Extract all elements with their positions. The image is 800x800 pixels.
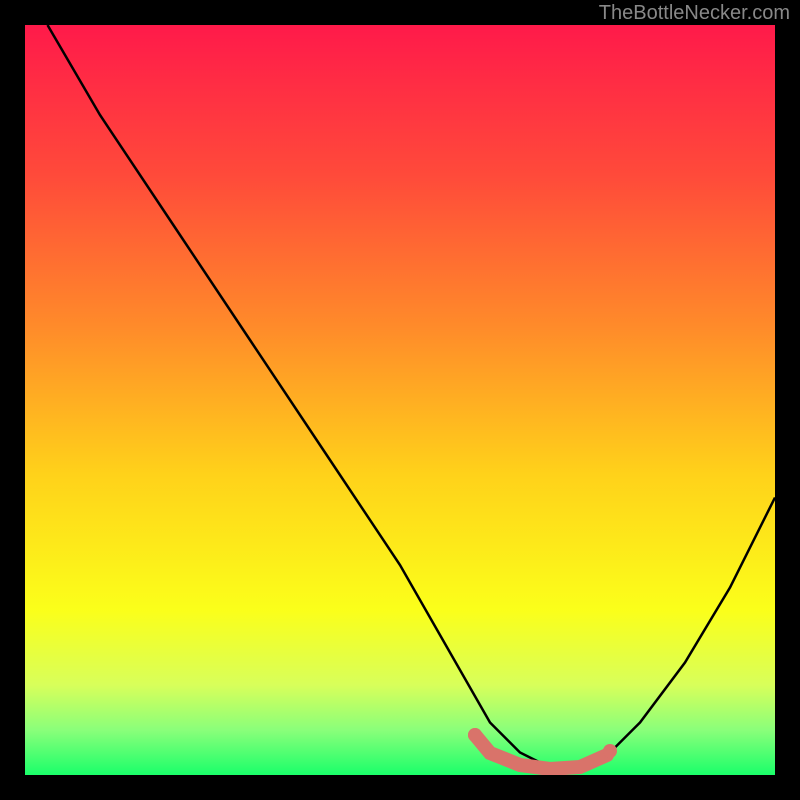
- bottleneck-curve-line: [48, 25, 776, 768]
- optimal-zone-marker: [475, 735, 607, 769]
- optimal-zone-start-dot: [468, 728, 482, 742]
- watermark-text: TheBottleNecker.com: [599, 2, 790, 25]
- optimal-zone-end-dot: [603, 744, 617, 758]
- curve-overlay: [25, 25, 775, 775]
- bottleneck-chart: [25, 25, 775, 775]
